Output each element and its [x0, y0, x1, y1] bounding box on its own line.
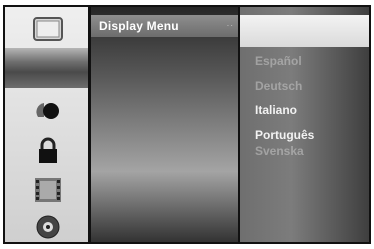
sidebar-item-selected[interactable] — [5, 48, 88, 88]
option-svenska[interactable]: Svenska — [255, 144, 304, 158]
option-portugues[interactable]: Português — [255, 128, 314, 142]
lock-icon — [39, 137, 57, 163]
sidebar-item-display[interactable] — [13, 13, 83, 47]
sidebar-item-disc[interactable] — [13, 210, 83, 244]
dots-icon: ·· — [226, 21, 234, 30]
menu-frame: Display Menu ·· Español Deutsch Italiano… — [3, 5, 371, 244]
settings-column: Display Menu ·· — [91, 7, 238, 242]
option-espanol[interactable]: Español — [255, 54, 302, 68]
option-italiano[interactable]: Italiano — [255, 103, 297, 117]
disc-icon — [36, 215, 60, 239]
tv-screen-icon — [33, 17, 63, 41]
icon-sidebar — [5, 7, 88, 242]
options-list: Español Deutsch Italiano Português Svens… — [240, 7, 369, 242]
menu-title: Display Menu — [99, 19, 179, 33]
audio-disc-icon — [36, 103, 59, 119]
sidebar-item-audio[interactable] — [13, 92, 83, 126]
option-deutsch[interactable]: Deutsch — [255, 79, 302, 93]
sidebar-item-lock[interactable] — [13, 134, 83, 168]
film-strip-icon — [35, 178, 61, 202]
sidebar-item-film[interactable] — [13, 173, 83, 207]
option-highlight[interactable] — [240, 15, 369, 47]
display-menu-item[interactable]: Display Menu ·· — [91, 15, 238, 37]
